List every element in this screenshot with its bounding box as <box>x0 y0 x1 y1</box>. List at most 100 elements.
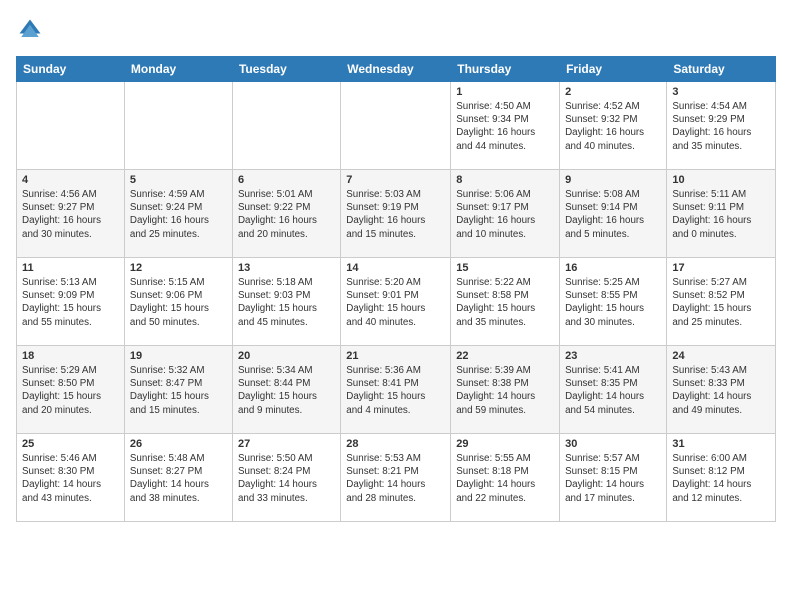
day-info: Sunrise: 5:55 AM Sunset: 8:18 PM Dayligh… <box>456 452 554 505</box>
day-cell: 7 Sunrise: 5:03 AM Sunset: 9:19 PM Daylig… <box>341 170 451 258</box>
day-info: Sunrise: 5:32 AM Sunset: 8:47 PM Dayligh… <box>130 364 227 417</box>
day-info: Sunrise: 4:59 AM Sunset: 9:24 PM Dayligh… <box>130 188 227 241</box>
day-number: 15 <box>456 262 554 274</box>
day-number: 10 <box>672 174 770 186</box>
day-cell: 11 Sunrise: 5:13 AM Sunset: 9:09 PM Dayli… <box>17 258 125 346</box>
day-number: 26 <box>130 438 227 450</box>
day-cell: 30 Sunrise: 5:57 AM Sunset: 8:15 PM Dayli… <box>560 434 667 522</box>
day-info: Sunrise: 5:48 AM Sunset: 8:27 PM Dayligh… <box>130 452 227 505</box>
day-cell: 6 Sunrise: 5:01 AM Sunset: 9:22 PM Daylig… <box>232 170 340 258</box>
day-info: Sunrise: 5:03 AM Sunset: 9:19 PM Dayligh… <box>346 188 445 241</box>
day-info: Sunrise: 5:22 AM Sunset: 8:58 PM Dayligh… <box>456 276 554 329</box>
day-info: Sunrise: 4:52 AM Sunset: 9:32 PM Dayligh… <box>565 100 661 153</box>
day-number: 11 <box>22 262 119 274</box>
day-number: 22 <box>456 350 554 362</box>
day-cell: 15 Sunrise: 5:22 AM Sunset: 8:58 PM Dayli… <box>451 258 560 346</box>
day-cell: 27 Sunrise: 5:50 AM Sunset: 8:24 PM Dayli… <box>232 434 340 522</box>
day-number: 18 <box>22 350 119 362</box>
page-header <box>16 16 776 44</box>
day-info: Sunrise: 5:34 AM Sunset: 8:44 PM Dayligh… <box>238 364 335 417</box>
day-number: 13 <box>238 262 335 274</box>
day-cell <box>124 82 232 170</box>
day-info: Sunrise: 6:00 AM Sunset: 8:12 PM Dayligh… <box>672 452 770 505</box>
week-row-4: 18 Sunrise: 5:29 AM Sunset: 8:50 PM Dayli… <box>17 346 776 434</box>
header-cell-thursday: Thursday <box>451 57 560 82</box>
day-number: 23 <box>565 350 661 362</box>
day-cell: 25 Sunrise: 5:46 AM Sunset: 8:30 PM Dayli… <box>17 434 125 522</box>
day-number: 1 <box>456 86 554 98</box>
day-number: 25 <box>22 438 119 450</box>
day-cell: 26 Sunrise: 5:48 AM Sunset: 8:27 PM Dayli… <box>124 434 232 522</box>
day-info: Sunrise: 4:50 AM Sunset: 9:34 PM Dayligh… <box>456 100 554 153</box>
day-info: Sunrise: 5:08 AM Sunset: 9:14 PM Dayligh… <box>565 188 661 241</box>
day-info: Sunrise: 5:11 AM Sunset: 9:11 PM Dayligh… <box>672 188 770 241</box>
day-info: Sunrise: 5:13 AM Sunset: 9:09 PM Dayligh… <box>22 276 119 329</box>
day-number: 5 <box>130 174 227 186</box>
day-info: Sunrise: 5:36 AM Sunset: 8:41 PM Dayligh… <box>346 364 445 417</box>
day-info: Sunrise: 4:54 AM Sunset: 9:29 PM Dayligh… <box>672 100 770 153</box>
day-number: 27 <box>238 438 335 450</box>
header-cell-friday: Friday <box>560 57 667 82</box>
day-number: 3 <box>672 86 770 98</box>
day-number: 14 <box>346 262 445 274</box>
day-cell: 17 Sunrise: 5:27 AM Sunset: 8:52 PM Dayli… <box>667 258 776 346</box>
day-info: Sunrise: 5:20 AM Sunset: 9:01 PM Dayligh… <box>346 276 445 329</box>
day-info: Sunrise: 5:53 AM Sunset: 8:21 PM Dayligh… <box>346 452 445 505</box>
day-info: Sunrise: 5:01 AM Sunset: 9:22 PM Dayligh… <box>238 188 335 241</box>
day-cell: 10 Sunrise: 5:11 AM Sunset: 9:11 PM Dayli… <box>667 170 776 258</box>
day-info: Sunrise: 5:29 AM Sunset: 8:50 PM Dayligh… <box>22 364 119 417</box>
day-number: 21 <box>346 350 445 362</box>
day-cell: 14 Sunrise: 5:20 AM Sunset: 9:01 PM Dayli… <box>341 258 451 346</box>
day-number: 2 <box>565 86 661 98</box>
day-cell: 3 Sunrise: 4:54 AM Sunset: 9:29 PM Daylig… <box>667 82 776 170</box>
day-cell: 2 Sunrise: 4:52 AM Sunset: 9:32 PM Daylig… <box>560 82 667 170</box>
logo <box>16 16 48 44</box>
day-info: Sunrise: 5:43 AM Sunset: 8:33 PM Dayligh… <box>672 364 770 417</box>
day-number: 4 <box>22 174 119 186</box>
day-info: Sunrise: 5:50 AM Sunset: 8:24 PM Dayligh… <box>238 452 335 505</box>
day-number: 24 <box>672 350 770 362</box>
day-info: Sunrise: 5:15 AM Sunset: 9:06 PM Dayligh… <box>130 276 227 329</box>
day-cell: 16Sunrise: 5:25 AM Sunset: 8:55 PM Dayli… <box>560 258 667 346</box>
day-cell <box>232 82 340 170</box>
day-cell <box>17 82 125 170</box>
day-info: Sunrise: 5:46 AM Sunset: 8:30 PM Dayligh… <box>22 452 119 505</box>
day-number: 7 <box>346 174 445 186</box>
day-info: Sunrise: 4:56 AM Sunset: 9:27 PM Dayligh… <box>22 188 119 241</box>
day-cell: 8 Sunrise: 5:06 AM Sunset: 9:17 PM Daylig… <box>451 170 560 258</box>
day-number: 28 <box>346 438 445 450</box>
day-cell: 31 Sunrise: 6:00 AM Sunset: 8:12 PM Dayli… <box>667 434 776 522</box>
day-info: Sunrise: 5:06 AM Sunset: 9:17 PM Dayligh… <box>456 188 554 241</box>
day-info: Sunrise: 5:57 AM Sunset: 8:15 PM Dayligh… <box>565 452 661 505</box>
day-cell: 23 Sunrise: 5:41 AM Sunset: 8:35 PM Dayli… <box>560 346 667 434</box>
day-number: 30 <box>565 438 661 450</box>
week-row-3: 11 Sunrise: 5:13 AM Sunset: 9:09 PM Dayli… <box>17 258 776 346</box>
day-number: 19 <box>130 350 227 362</box>
calendar-body: 1 Sunrise: 4:50 AM Sunset: 9:34 PM Daylig… <box>17 82 776 522</box>
header-cell-sunday: Sunday <box>17 57 125 82</box>
header-row: SundayMondayTuesdayWednesdayThursdayFrid… <box>17 57 776 82</box>
calendar-table: SundayMondayTuesdayWednesdayThursdayFrid… <box>16 56 776 522</box>
day-cell: 22Sunrise: 5:39 AM Sunset: 8:38 PM Dayli… <box>451 346 560 434</box>
day-number: 16 <box>565 262 661 274</box>
day-info: Sunrise: 5:41 AM Sunset: 8:35 PM Dayligh… <box>565 364 661 417</box>
day-number: 29 <box>456 438 554 450</box>
day-cell: 28 Sunrise: 5:53 AM Sunset: 8:21 PM Dayli… <box>341 434 451 522</box>
day-number: 31 <box>672 438 770 450</box>
calendar-header: SundayMondayTuesdayWednesdayThursdayFrid… <box>17 57 776 82</box>
day-cell: 20Sunrise: 5:34 AM Sunset: 8:44 PM Dayli… <box>232 346 340 434</box>
week-row-5: 25 Sunrise: 5:46 AM Sunset: 8:30 PM Dayli… <box>17 434 776 522</box>
header-cell-saturday: Saturday <box>667 57 776 82</box>
day-number: 17 <box>672 262 770 274</box>
day-number: 12 <box>130 262 227 274</box>
day-cell: 29 Sunrise: 5:55 AM Sunset: 8:18 PM Dayli… <box>451 434 560 522</box>
day-cell: 13Sunrise: 5:18 AM Sunset: 9:03 PM Dayli… <box>232 258 340 346</box>
header-cell-tuesday: Tuesday <box>232 57 340 82</box>
day-cell: 18 Sunrise: 5:29 AM Sunset: 8:50 PM Dayli… <box>17 346 125 434</box>
logo-icon <box>16 16 44 44</box>
day-number: 6 <box>238 174 335 186</box>
day-info: Sunrise: 5:27 AM Sunset: 8:52 PM Dayligh… <box>672 276 770 329</box>
day-cell: 1 Sunrise: 4:50 AM Sunset: 9:34 PM Daylig… <box>451 82 560 170</box>
header-cell-monday: Monday <box>124 57 232 82</box>
day-number: 8 <box>456 174 554 186</box>
